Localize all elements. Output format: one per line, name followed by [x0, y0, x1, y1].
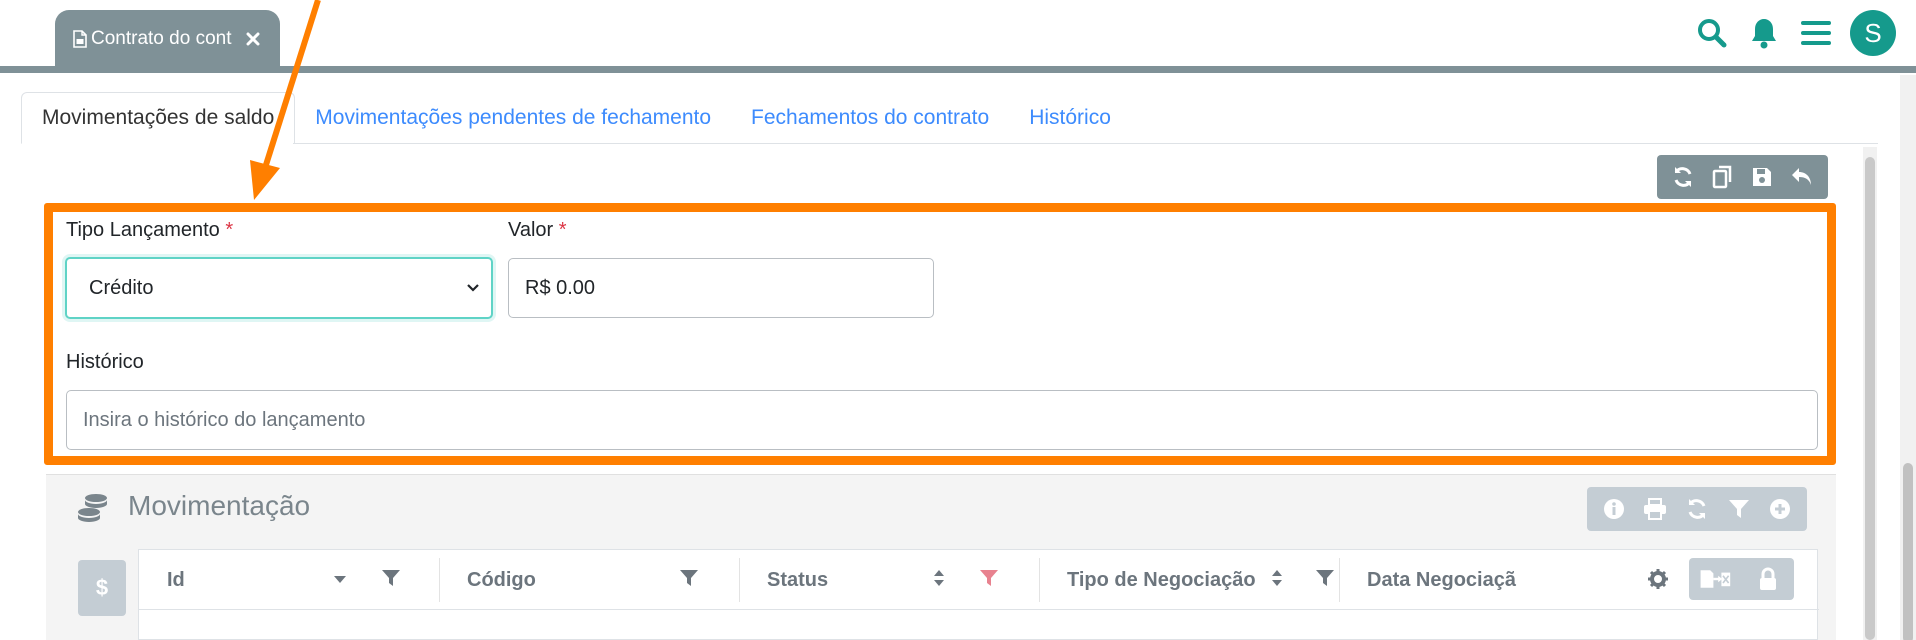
inner-scrollbar[interactable]	[1863, 147, 1877, 640]
info-icon[interactable]	[1598, 493, 1630, 525]
menu-icon[interactable]	[1790, 10, 1842, 56]
historico-placeholder: Insira o histórico do lançamento	[83, 408, 366, 431]
search-icon[interactable]	[1686, 10, 1738, 56]
gear-icon[interactable]	[1647, 568, 1669, 590]
panel-toolbar	[1587, 487, 1807, 531]
export-excel-icon[interactable]	[1699, 563, 1731, 595]
document-tab-label: Contrato do cont	[91, 27, 232, 49]
top-bar: Contrato do cont S	[0, 0, 1916, 67]
form-toolbar	[1657, 155, 1828, 199]
tab-historico[interactable]: Histórico	[1009, 92, 1131, 144]
tab-movimentacoes-saldo[interactable]: Movimentações de saldo	[21, 92, 296, 144]
document-tab[interactable]: Contrato do cont	[55, 10, 280, 67]
filter-icon[interactable]	[679, 568, 699, 588]
filter-icon[interactable]	[1723, 493, 1755, 525]
column-separator	[439, 558, 440, 602]
topbar-divider	[0, 66, 1916, 73]
grid-header: Id Código Status Tipo de Negociação Data…	[139, 550, 1819, 610]
tipo-lancamento-select[interactable]: Crédito	[65, 257, 493, 319]
column-separator	[739, 558, 740, 602]
undo-icon[interactable]	[1786, 161, 1818, 193]
movimentacao-grid: Id Código Status Tipo de Negociação Data…	[138, 549, 1819, 640]
tipo-lancamento-label: Tipo Lançamento *	[66, 219, 234, 241]
historico-label: Histórico	[66, 351, 144, 373]
tabs: Movimentações de saldo Movimentações pen…	[21, 92, 1131, 144]
copy-icon[interactable]	[1707, 161, 1739, 193]
column-id[interactable]: Id	[167, 550, 185, 610]
column-separator	[1039, 558, 1040, 602]
sort-icon[interactable]	[933, 568, 945, 588]
filter-active-icon[interactable]	[979, 568, 999, 588]
refresh-icon[interactable]	[1681, 493, 1713, 525]
lock-icon[interactable]	[1752, 563, 1784, 595]
top-icons: S	[1686, 10, 1896, 56]
panel-title: Movimentação	[128, 490, 311, 521]
coins-icon	[76, 492, 110, 529]
avatar[interactable]: S	[1850, 10, 1896, 56]
valor-label: Valor *	[508, 219, 567, 241]
caret-down-icon[interactable]	[333, 574, 347, 584]
dollar-button[interactable]: $	[78, 560, 126, 616]
column-tipo-negociacao[interactable]: Tipo de Negociação	[1067, 550, 1256, 610]
grid-toolbar	[1689, 558, 1794, 600]
refresh-icon[interactable]	[1667, 161, 1699, 193]
valor-input[interactable]: R$ 0.00	[508, 258, 934, 318]
column-separator	[1339, 558, 1340, 602]
add-icon[interactable]	[1764, 493, 1796, 525]
column-status[interactable]: Status	[767, 550, 828, 610]
filter-icon[interactable]	[1315, 568, 1335, 588]
bell-icon[interactable]	[1738, 10, 1790, 56]
filter-icon[interactable]	[381, 568, 401, 588]
tab-movimentacoes-pendentes[interactable]: Movimentações pendentes de fechamento	[295, 92, 731, 144]
close-icon[interactable]	[245, 31, 261, 47]
tipo-lancamento-value: Crédito	[89, 276, 154, 299]
tab-fechamentos-contrato[interactable]: Fechamentos do contrato	[731, 92, 1009, 144]
page-scrollbar[interactable]	[1900, 75, 1916, 640]
file-pdf-icon	[73, 29, 87, 48]
tabs-divider	[293, 143, 1878, 144]
save-icon[interactable]	[1746, 161, 1778, 193]
print-icon[interactable]	[1639, 493, 1671, 525]
historico-input[interactable]: Insira o histórico do lançamento	[66, 390, 1818, 450]
column-codigo[interactable]: Código	[467, 550, 536, 610]
sort-icon[interactable]	[1271, 568, 1283, 588]
page: Contrato do cont S Movimentações de sald…	[0, 0, 1916, 640]
chevron-down-icon	[465, 279, 481, 302]
column-data-negociacao[interactable]: Data Negociaçã	[1367, 550, 1657, 610]
valor-value: R$ 0.00	[525, 276, 596, 299]
